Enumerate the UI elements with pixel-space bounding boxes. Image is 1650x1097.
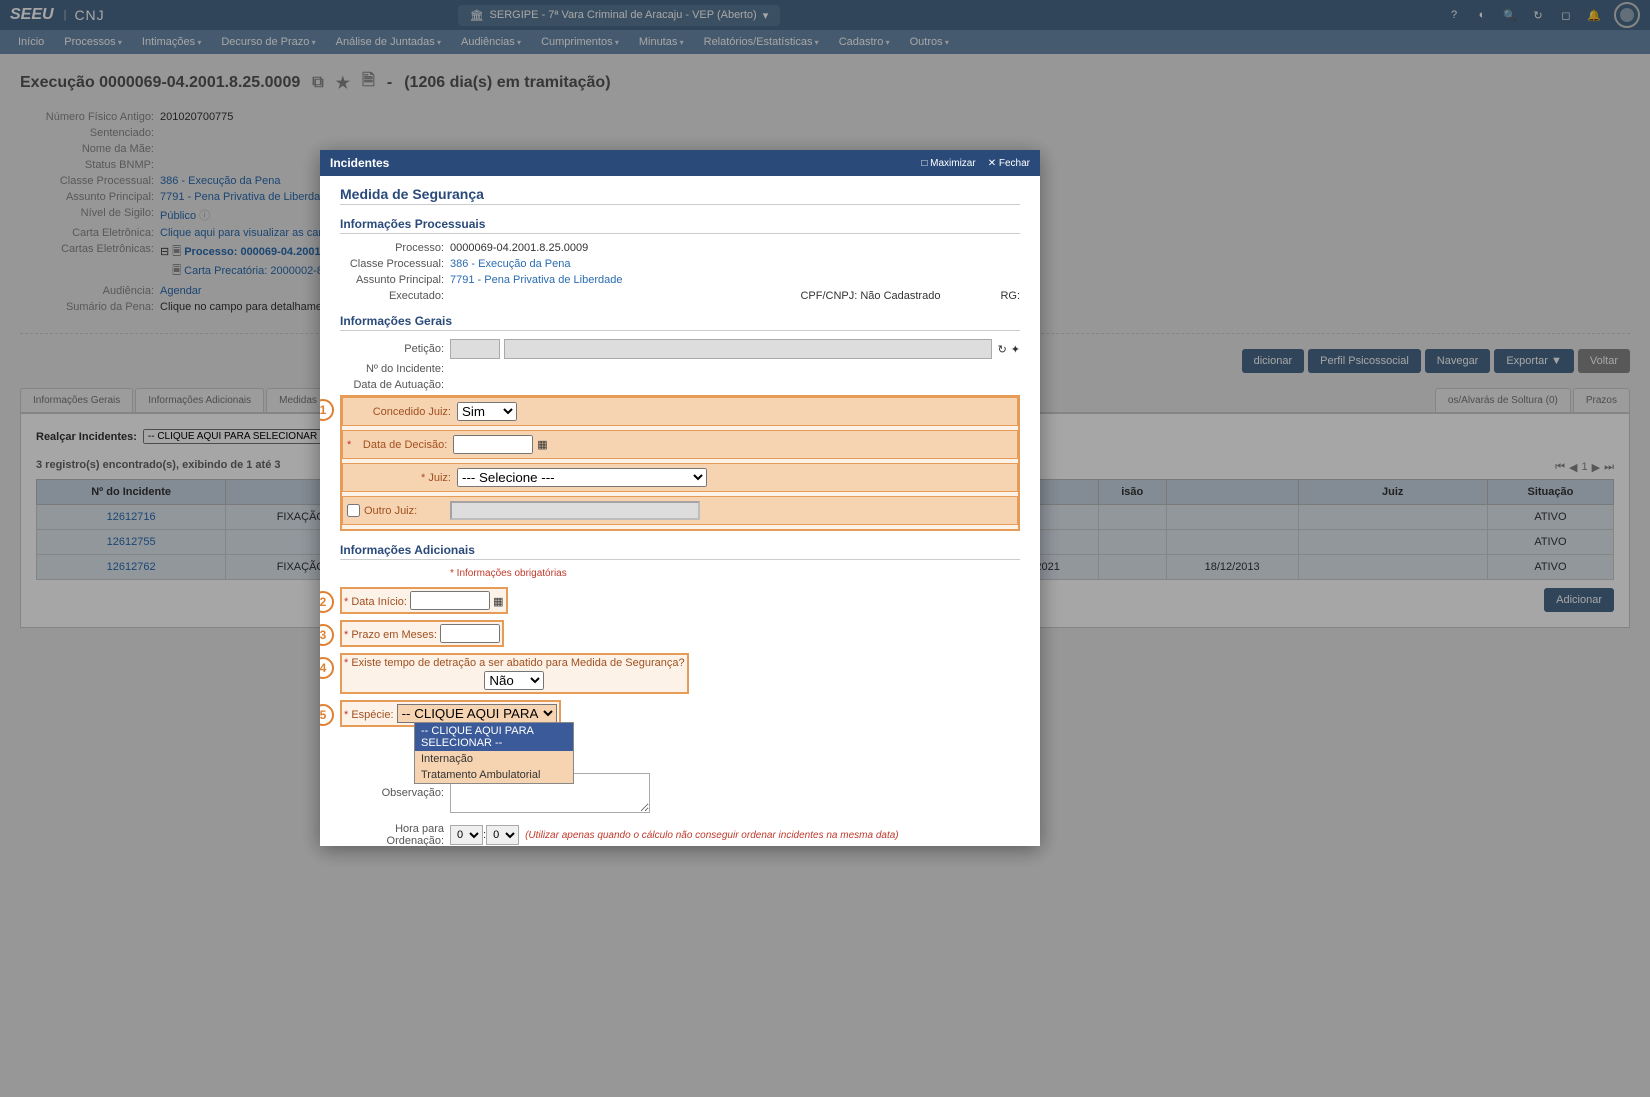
subsection-gerais: Informações Gerais (340, 314, 1020, 331)
label-data-inicio: Data Início: (351, 596, 407, 608)
select-hora-h[interactable]: 0 (450, 825, 483, 845)
input-data-decisao[interactable] (453, 435, 533, 454)
input-prazo[interactable] (440, 624, 500, 643)
required-note: * Informações obrigatórias (450, 568, 1020, 579)
pointer-icon[interactable]: ✦ (1011, 343, 1020, 356)
label-classe-proc: Classe Processual: (340, 258, 450, 270)
step-marker-5: 5 (320, 704, 334, 726)
select-juiz[interactable]: --- Selecione --- (457, 468, 707, 487)
modal-title: Incidentes (330, 156, 389, 170)
label-data-autuacao: Data de Autuação: (340, 379, 450, 391)
select-hora-m[interactable]: 0 (486, 825, 519, 845)
modal-header: Incidentes □ Maximizar ✕ Fechar (320, 150, 1040, 176)
modal-body: Medida de Segurança Informações Processu… (320, 176, 1040, 846)
label-assunto-proc: Assunto Principal: (340, 274, 450, 286)
subsection-adicionais: Informações Adicionais (340, 543, 1020, 560)
especie-opt-tratamento[interactable]: Tratamento Ambulatorial (415, 767, 573, 783)
label-peticao: Petição: (340, 343, 450, 355)
step-marker-4: 4 (320, 657, 334, 679)
label-num-incidente: Nº do Incidente: (340, 363, 450, 375)
close-button[interactable]: ✕ Fechar (988, 158, 1030, 169)
input-data-inicio[interactable] (410, 591, 490, 610)
input-outro-juiz (450, 501, 700, 520)
label-data-decisao: Data de Decisão: (353, 439, 453, 451)
select-especie[interactable]: -- CLIQUE AQUI PARA SELECIONAR -- (397, 704, 557, 723)
calendar-icon[interactable]: ▦ (537, 438, 547, 451)
label-outro-juiz: Outro Juiz: (360, 505, 450, 517)
reload-icon[interactable]: ↻ (998, 343, 1007, 356)
calendar-icon[interactable]: ▦ (493, 596, 503, 608)
peticao-input[interactable] (504, 339, 992, 359)
label-observacao: Observação: (340, 787, 450, 799)
label-detracao: Existe tempo de detração a ser abatido p… (351, 657, 684, 669)
label-juiz: * Juiz: (347, 472, 457, 484)
label-especie: Espécie: (351, 709, 393, 721)
value-processo: 0000069-04.2001.8.25.0009 (450, 242, 588, 254)
section-medida: Medida de Segurança (340, 186, 1020, 205)
label-cpf: CPF/CNPJ: Não Cadastrado (800, 290, 940, 302)
select-detracao[interactable]: Não (484, 671, 544, 690)
label-executado: Executado: (340, 290, 450, 302)
label-prazo: Prazo em Meses: (351, 629, 437, 641)
step-marker-1: 1 (320, 399, 334, 421)
label-rg: RG: (1000, 290, 1020, 302)
especie-opt-placeholder[interactable]: -- CLIQUE AQUI PARA SELECIONAR -- (415, 723, 573, 751)
step-marker-3: 3 (320, 624, 334, 646)
especie-opt-internacao[interactable]: Internação (415, 751, 573, 767)
label-processo: Processo: (340, 242, 450, 254)
especie-dropdown: -- CLIQUE AQUI PARA SELECIONAR -- Intern… (414, 722, 574, 784)
link-classe-proc[interactable]: 386 - Execução da Pena (450, 258, 570, 270)
link-assunto-proc[interactable]: 7791 - Pena Privativa de Liberdade (450, 274, 622, 286)
label-concedido: Concedido Juiz: (347, 406, 457, 418)
checkbox-outro-juiz[interactable] (347, 504, 360, 517)
modal-incidentes: Incidentes □ Maximizar ✕ Fechar Medida d… (320, 150, 1040, 846)
hora-hint: (Utilizar apenas quando o cálculo não co… (525, 830, 899, 841)
peticao-code-input[interactable] (450, 339, 500, 359)
maximize-button[interactable]: □ Maximizar (921, 158, 975, 169)
label-hora: Hora para Ordenação: (340, 823, 450, 846)
select-concedido[interactable]: Sim (457, 402, 517, 421)
subsection-processuais: Informações Processuais (340, 217, 1020, 234)
step-marker-2: 2 (320, 591, 334, 613)
